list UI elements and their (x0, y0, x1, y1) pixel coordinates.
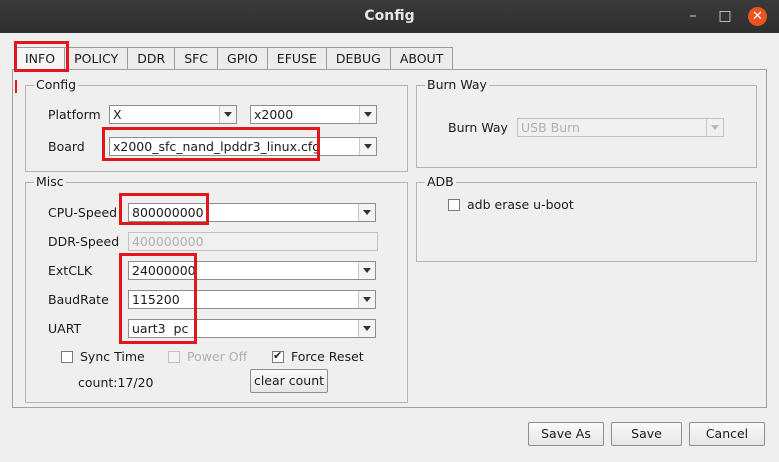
checkbox-box (61, 350, 73, 363)
chevron-down-icon (358, 262, 375, 279)
chevron-down-icon (358, 291, 375, 308)
board-label: Board (48, 139, 85, 154)
burn-way-group: Burn Way Burn Way USB Burn (416, 77, 757, 168)
extclk-label: ExtCLK (48, 263, 93, 278)
burn-way-label: Burn Way (448, 120, 508, 135)
checkbox-box (448, 198, 460, 211)
checkmark-icon (272, 349, 284, 363)
ddr-speed-label: DDR-Speed (48, 234, 120, 249)
power-off-checkbox[interactable]: Power Off (168, 349, 247, 364)
chevron-down-icon (359, 138, 376, 155)
force-reset-label: Force Reset (291, 349, 364, 364)
count-text: count:17/20 (78, 375, 154, 390)
minimize-icon[interactable]: – (683, 6, 703, 26)
cpu-speed-label: CPU-Speed (48, 205, 118, 220)
ddr-speed-field[interactable]: 400000000 (128, 232, 378, 251)
tab-info[interactable]: INFO (15, 47, 66, 69)
sync-time-label: Sync Time (80, 349, 145, 364)
baudrate-label: BaudRate (48, 292, 109, 307)
dialog-content: INFO POLICY DDR SFC GPIO EFUSE DEBUG ABO… (0, 33, 779, 462)
force-reset-checkbox[interactable]: Force Reset (272, 349, 364, 364)
baudrate-value: 115200 (132, 292, 180, 307)
uart-select[interactable]: uart3 pc (128, 319, 376, 338)
clear-count-button[interactable]: clear count (250, 369, 328, 393)
chevron-down-icon (359, 106, 376, 123)
cpu-speed-select[interactable]: 800000000 (128, 203, 376, 222)
adb-erase-uboot-checkbox[interactable]: adb erase u-boot (448, 197, 574, 212)
chevron-down-icon (358, 204, 375, 221)
tab-sfc[interactable]: SFC (174, 47, 219, 69)
window-title: Config (364, 8, 415, 24)
board-select[interactable]: x2000_sfc_nand_lpddr3_linux.cfg (109, 137, 377, 156)
close-icon[interactable]: ✕ (748, 7, 767, 26)
adb-erase-uboot-label: adb erase u-boot (467, 197, 574, 212)
misc-group: Misc CPU-Speed 800000000 DDR-Speed 40000… (25, 174, 408, 403)
config-window: Config – □ ✕ INFO POLICY DDR SFC GPIO EF… (0, 0, 779, 462)
info-panel: Config Platform X x2000 Board x2000_sfc_… (12, 69, 767, 408)
chevron-down-icon (706, 119, 723, 136)
cpu-speed-value: 800000000 (132, 205, 204, 220)
uart-value: uart3 pc (132, 321, 189, 336)
platform-variant-value: x2000 (254, 107, 294, 122)
annotation-mark (15, 80, 17, 93)
tab-gpio[interactable]: GPIO (217, 47, 268, 69)
tab-debug[interactable]: DEBUG (325, 47, 391, 69)
tab-policy[interactable]: POLICY (64, 47, 129, 69)
maximize-icon[interactable]: □ (715, 6, 735, 26)
chevron-down-icon (358, 320, 375, 337)
tab-about[interactable]: ABOUT (389, 47, 454, 69)
board-value: x2000_sfc_nand_lpddr3_linux.cfg (113, 139, 321, 154)
burn-way-value: USB Burn (521, 120, 580, 135)
tab-ddr[interactable]: DDR (127, 47, 176, 69)
sync-time-checkbox[interactable]: Sync Time (61, 349, 145, 364)
save-button[interactable]: Save (611, 422, 682, 446)
burn-way-select[interactable]: USB Burn (517, 118, 724, 137)
config-group-title: Config (34, 77, 79, 92)
config-group: Config Platform X x2000 Board x2000_sfc_… (25, 77, 408, 172)
uart-label: UART (48, 321, 82, 336)
platform-variant-select[interactable]: x2000 (250, 105, 377, 124)
extclk-select[interactable]: 24000000 (128, 261, 376, 280)
adb-group-title: ADB (425, 174, 456, 189)
misc-group-title: Misc (34, 174, 66, 189)
checkbox-box (168, 350, 180, 363)
adb-group: ADB adb erase u-boot (416, 174, 757, 262)
save-as-button[interactable]: Save As (528, 422, 604, 446)
extclk-value: 24000000 (132, 263, 196, 278)
burn-way-group-title: Burn Way (425, 77, 489, 92)
chevron-down-icon (219, 106, 236, 123)
platform-select[interactable]: X (109, 105, 237, 124)
platform-value: X (113, 107, 122, 122)
title-bar: Config – □ ✕ (0, 0, 779, 33)
cancel-button[interactable]: Cancel (689, 422, 765, 446)
baudrate-select[interactable]: 115200 (128, 290, 376, 309)
power-off-label: Power Off (187, 349, 248, 364)
tab-efuse[interactable]: EFUSE (266, 47, 327, 69)
tab-bar: INFO POLICY DDR SFC GPIO EFUSE DEBUG ABO… (15, 47, 454, 69)
platform-label: Platform (48, 107, 101, 122)
